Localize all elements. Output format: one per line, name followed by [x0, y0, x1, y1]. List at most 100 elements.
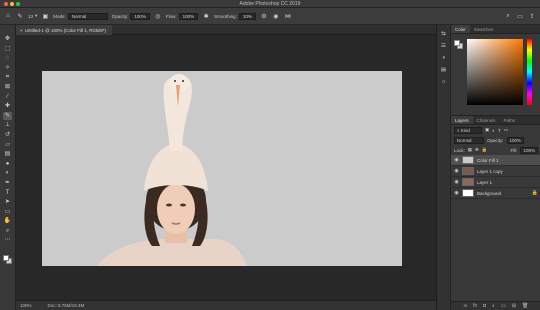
filter-shape-icon[interactable]: ▭ — [504, 127, 508, 133]
pressure-size-icon[interactable]: ◉ — [272, 12, 280, 20]
lock-all-icon[interactable]: 🔒 — [482, 147, 488, 153]
mode-select[interactable]: Normal — [67, 12, 108, 20]
document-canvas[interactable] — [42, 71, 402, 266]
crop-tool-icon[interactable]: ⌗ — [3, 73, 12, 81]
color-picker-field[interactable] — [467, 39, 523, 105]
document-info[interactable]: Doc: 8.75M/19.4M — [48, 303, 85, 308]
layer-row-layer-1-copy[interactable]: ◉ Layer 1 copy — [451, 166, 540, 177]
path-selection-tool-icon[interactable]: ➤ — [3, 198, 12, 206]
history-brush-tool-icon[interactable]: ↺ — [3, 131, 12, 139]
more-tools-icon[interactable]: ⋯ — [3, 236, 12, 244]
zoom-tool-icon[interactable]: ⌕ — [3, 227, 12, 235]
layer-name: Layer 1 — [477, 179, 493, 185]
magic-wand-tool-icon[interactable]: ✧ — [3, 64, 12, 72]
workspace-icon[interactable]: ▭ — [516, 12, 524, 20]
move-tool-icon[interactable]: ✥ — [3, 35, 12, 43]
layer-opacity-input[interactable]: 100% — [506, 136, 525, 144]
visibility-eye-icon[interactable]: ◉ — [454, 168, 459, 174]
healing-brush-tool-icon[interactable]: ✚ — [3, 102, 12, 110]
tab-layers[interactable]: Layers — [451, 116, 473, 124]
add-mask-icon[interactable]: ◘ — [483, 303, 486, 309]
layer-filter-row: ⌕ Kind ▣ ◐ T ▭ — [451, 125, 540, 135]
home-icon[interactable]: ⌂ — [4, 12, 12, 20]
dodge-tool-icon[interactable]: ◐ — [3, 169, 12, 177]
search-icon[interactable]: ⌕ — [504, 12, 512, 20]
visibility-eye-icon[interactable]: ◉ — [454, 157, 459, 163]
frame-tool-icon[interactable]: ⊠ — [3, 83, 12, 91]
workspace — [16, 35, 436, 300]
layer-name: Color Fill 1 — [477, 157, 499, 163]
visibility-eye-icon[interactable]: ◉ — [454, 190, 459, 196]
hue-slider[interactable] — [527, 39, 532, 105]
delete-layer-icon[interactable]: 🗑 — [522, 303, 528, 309]
brush-size[interactable]: 13 ▾ — [28, 13, 37, 19]
document-tab[interactable]: × Untitled-1 @ 100% (Color Fill 1, RGB/8… — [16, 25, 112, 35]
clone-stamp-tool-icon[interactable]: ⊥ — [3, 121, 12, 129]
tab-color[interactable]: Color — [451, 25, 470, 33]
options-bar: ⌂ ✎ 13 ▾ ▣ Mode: Normal Opacity: 100% ◎ F… — [0, 8, 540, 25]
dress-shape — [97, 239, 247, 266]
layers-panel-tabs: Layers Channels Paths — [451, 116, 540, 125]
title-bar: Adobe Photoshop CC 2019 — [0, 0, 540, 8]
layer-row-background[interactable]: ◉ Background 🔒 — [451, 188, 540, 199]
new-layer-icon[interactable]: ⊞ — [512, 303, 516, 309]
filter-adjust-icon[interactable]: ◐ — [492, 128, 495, 133]
history-panel-icon[interactable]: ⇆ — [439, 31, 448, 39]
lock-move-icon[interactable]: ✥ — [475, 147, 479, 153]
brush-preset-icon[interactable]: ✎ — [16, 12, 24, 20]
filter-pixel-icon[interactable]: ▣ — [485, 127, 489, 133]
eyedropper-tool-icon[interactable]: ⁄ — [3, 93, 12, 101]
new-adjustment-icon[interactable]: ◐ — [492, 303, 495, 309]
visibility-eye-icon[interactable]: ◉ — [454, 179, 459, 185]
tab-close-icon[interactable]: × — [20, 28, 23, 33]
blend-mode-select[interactable]: Normal — [454, 136, 484, 144]
layer-thumbnail — [462, 167, 474, 175]
hand-tool-icon[interactable]: ✋ — [3, 217, 12, 225]
pressure-opacity-icon[interactable]: ◎ — [154, 12, 162, 20]
smoothing-input[interactable]: 10% — [238, 12, 256, 20]
new-group-icon[interactable]: ▭ — [501, 303, 506, 309]
layer-thumbnail — [462, 189, 474, 197]
zoom-level[interactable]: 100% — [20, 303, 32, 308]
brush-settings-icon[interactable]: ▣ — [41, 12, 49, 20]
lasso-tool-icon[interactable]: ◌ — [3, 54, 12, 62]
rectangle-tool-icon[interactable]: ▭ — [3, 208, 12, 216]
airbrush-icon[interactable]: ✱ — [202, 12, 210, 20]
tab-channels[interactable]: Channels — [473, 116, 500, 124]
layer-row-layer-1[interactable]: ◉ Layer 1 — [451, 177, 540, 188]
tab-paths[interactable]: Paths — [500, 116, 520, 124]
learn-panel-icon[interactable]: ☼ — [439, 79, 448, 87]
flow-input[interactable]: 100% — [178, 12, 199, 20]
brush-tool-icon[interactable]: ✎ — [3, 111, 12, 120]
properties-panel-icon[interactable]: ☰ — [439, 43, 448, 51]
layer-style-icon[interactable]: fx — [473, 303, 477, 309]
color-panel-foreground-swatch[interactable] — [454, 40, 460, 46]
layer-row-color-fill-1[interactable]: ◉ Color Fill 1 — [451, 155, 540, 166]
lock-pixels-icon[interactable]: ▦ — [468, 147, 472, 153]
foreground-color-swatch[interactable] — [3, 255, 9, 261]
type-tool-icon[interactable]: T — [3, 189, 12, 197]
panel-icon-strip: ⇆ ☰ ◑ ▤ ☼ — [436, 25, 450, 310]
tools-panel: ✥ ⬚ ◌ ✧ ⌗ ⊠ ⁄ ✚ ✎ ⊥ ↺ ▱ ▤ ● ◐ ✒ T ➤ ▭ ✋ … — [0, 25, 16, 310]
filter-type-icon[interactable]: T — [498, 128, 501, 133]
libraries-panel-icon[interactable]: ▤ — [439, 67, 448, 75]
window-title: Adobe Photoshop CC 2019 — [239, 1, 301, 7]
eraser-tool-icon[interactable]: ▱ — [3, 141, 12, 149]
marquee-tool-icon[interactable]: ⬚ — [3, 45, 12, 53]
blur-tool-icon[interactable]: ● — [3, 160, 12, 168]
pen-tool-icon[interactable]: ✒ — [3, 179, 12, 187]
right-panels: Color Swatches Layers Channels Paths ⌕ K… — [450, 25, 540, 310]
opacity-control: Opacity: 100% — [112, 12, 150, 20]
symmetry-icon[interactable]: ⋈ — [284, 12, 292, 20]
link-layers-icon[interactable]: ∞ — [464, 303, 468, 309]
smoothing-settings-icon[interactable]: ⚙ — [260, 12, 268, 20]
adjustments-panel-icon[interactable]: ◑ — [439, 55, 448, 63]
layer-fill-input[interactable]: 100% — [520, 146, 538, 154]
tab-swatches[interactable]: Swatches — [470, 25, 498, 33]
opacity-input[interactable]: 100% — [130, 12, 150, 20]
gradient-tool-icon[interactable]: ▤ — [3, 150, 12, 158]
layer-thumbnail — [462, 156, 474, 164]
layer-filter-select[interactable]: ⌕ Kind — [454, 126, 482, 134]
share-icon[interactable]: ⇪ — [528, 12, 536, 20]
right-eye-shape — [180, 203, 186, 207]
